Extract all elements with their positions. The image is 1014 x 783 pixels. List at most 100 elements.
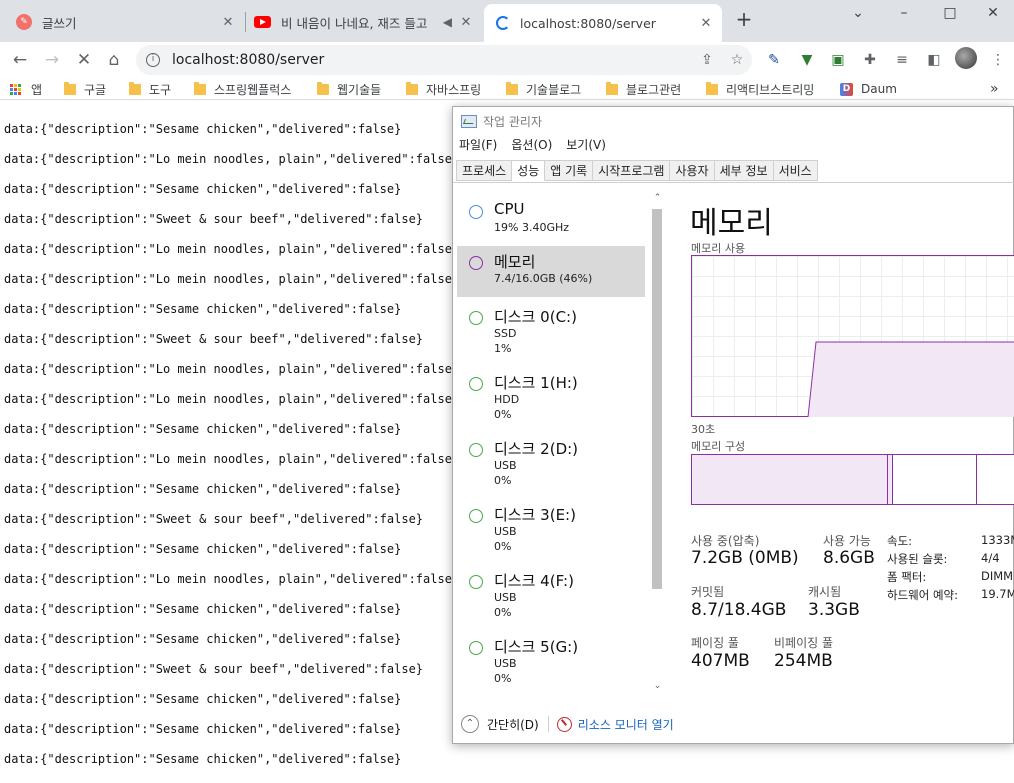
disk-status-icon bbox=[469, 641, 483, 655]
perf-item-usage: 0% bbox=[494, 672, 512, 685]
perf-item-disk5[interactable]: 디스크 5(G:) USB 0% bbox=[457, 631, 645, 695]
profile-avatar[interactable] bbox=[955, 47, 977, 69]
nonpaged-pool-label: 비페이징 풀 bbox=[774, 636, 834, 650]
maximize-button[interactable]: □ bbox=[927, 0, 973, 30]
extensions-puzzle-icon[interactable]: ✚ bbox=[860, 50, 880, 70]
bookmark-folder[interactable]: 구글 bbox=[64, 78, 106, 100]
fewer-details-button[interactable]: 간단히(D) bbox=[487, 716, 539, 733]
sidebar-scrollbar[interactable]: ⌃ ⌄ bbox=[650, 193, 664, 693]
bookmark-folder[interactable]: 자바스프링 bbox=[406, 78, 481, 100]
sse-data-line: data:{"description":"Sesame chicken","de… bbox=[4, 182, 402, 196]
tab-youtube[interactable]: 비 내음이 나네요, 재즈 들고 ◀︎ ✕ bbox=[246, 6, 482, 38]
tab-users[interactable]: 사용자 bbox=[670, 160, 715, 181]
share-icon[interactable]: ⇪ bbox=[692, 52, 722, 68]
slots-value: 4/4 bbox=[981, 551, 1000, 565]
available-value: 8.6GB bbox=[823, 548, 875, 568]
bookmark-star-icon[interactable]: ☆ bbox=[722, 52, 752, 68]
loading-spinner-icon bbox=[496, 16, 510, 30]
bookmark-folder[interactable]: 기술블로그 bbox=[506, 78, 581, 100]
menu-options[interactable]: 옵션(O) bbox=[511, 136, 552, 156]
perf-item-disk4[interactable]: 디스크 4(F:) USB 0% bbox=[457, 565, 645, 629]
open-resource-monitor-link[interactable]: 리소스 모니터 열기 bbox=[578, 716, 674, 733]
minimize-button[interactable]: – bbox=[881, 0, 927, 30]
scroll-down-icon[interactable]: ⌄ bbox=[653, 681, 662, 693]
new-tab-button[interactable]: + bbox=[734, 9, 754, 29]
home-icon[interactable]: ⌂ bbox=[100, 46, 128, 74]
collapse-chevron-icon[interactable]: ⌃ bbox=[461, 715, 479, 733]
scrollbar-thumb[interactable] bbox=[652, 209, 662, 589]
bookmark-folder[interactable]: 도구 bbox=[129, 78, 171, 100]
committed-label: 커밋됨 bbox=[691, 585, 725, 599]
cached-label: 캐시됨 bbox=[808, 585, 842, 599]
close-tab-icon[interactable]: ✕ bbox=[458, 15, 474, 30]
close-tab-icon[interactable]: ✕ bbox=[220, 15, 236, 30]
folder-icon bbox=[129, 81, 141, 95]
close-tab-icon[interactable]: ✕ bbox=[698, 16, 714, 31]
bookmark-label: 블로그관련 bbox=[626, 82, 682, 97]
sse-data-line: data:{"description":"Lo mein noodles, pl… bbox=[4, 242, 460, 256]
tab-title: 비 내음이 나네요, 재즈 들고 bbox=[281, 15, 428, 31]
graph-time-label: 30초 bbox=[691, 423, 716, 436]
tab-app-history[interactable]: 앱 기록 bbox=[545, 160, 594, 181]
sse-data-line: data:{"description":"Sesame chicken","de… bbox=[4, 422, 402, 436]
bookmark-daum[interactable]: D Daum bbox=[840, 78, 897, 100]
sse-data-line: data:{"description":"Lo mein noodles, pl… bbox=[4, 392, 460, 406]
perf-item-cpu[interactable]: CPU 19% 3.40GHz bbox=[457, 195, 645, 247]
tab-blog[interactable]: ✎ 글쓰기 ✕ bbox=[8, 6, 244, 38]
slots-label: 사용된 슬롯: bbox=[887, 552, 948, 566]
task-manager-titlebar[interactable]: 작업 관리자 bbox=[453, 107, 1014, 135]
tab-processes[interactable]: 프로세스 bbox=[456, 160, 513, 181]
back-arrow-icon[interactable]: ← bbox=[6, 46, 34, 74]
perf-item-usage: 0% bbox=[494, 474, 512, 487]
perf-item-name: 메모리 bbox=[494, 253, 536, 271]
tab-search-icon[interactable]: ⌄ bbox=[835, 0, 881, 30]
bookmark-folder[interactable]: 웹기술들 bbox=[317, 78, 381, 100]
extension-vue-icon[interactable]: ▼ bbox=[797, 50, 817, 70]
site-info-icon[interactable]: i bbox=[146, 53, 160, 67]
composition-modified bbox=[888, 455, 893, 504]
perf-item-detail: HDD bbox=[494, 393, 520, 406]
composition-standby-divider bbox=[976, 455, 977, 504]
more-menu-icon[interactable]: ⋮ bbox=[988, 50, 1008, 70]
close-window-button[interactable]: ✕ bbox=[972, 0, 1014, 30]
sse-data-line: data:{"description":"Sesame chicken","de… bbox=[4, 602, 402, 616]
memory-composition-bar bbox=[691, 454, 1014, 505]
perf-item-disk3[interactable]: 디스크 3(E:) USB 0% bbox=[457, 499, 645, 563]
cpu-status-icon bbox=[469, 205, 483, 219]
perf-item-memory[interactable]: 메모리 7.4/16.0GB (46%) bbox=[457, 246, 645, 297]
hardware-reserved-label: 하드웨어 예약: bbox=[887, 588, 959, 602]
bookmark-label: 스프링웹플럭스 bbox=[214, 82, 292, 97]
menu-view[interactable]: 보기(V) bbox=[566, 136, 606, 156]
tab-services[interactable]: 서비스 bbox=[773, 160, 818, 181]
tab-localhost[interactable]: localhost:8080/server ✕ bbox=[484, 4, 722, 42]
bookmark-apps[interactable]: 앱 bbox=[10, 78, 42, 100]
perf-item-disk2[interactable]: 디스크 2(D:) USB 0% bbox=[457, 433, 645, 497]
task-manager-footer: ⌃ 간단히(D) 리소스 모니터 열기 bbox=[453, 704, 1014, 744]
extension-tv-icon[interactable]: ▣ bbox=[828, 50, 848, 70]
extension-pen-icon[interactable]: ✎ bbox=[764, 50, 784, 70]
perf-item-usage: 0% bbox=[494, 408, 512, 421]
perf-item-detail: USB bbox=[494, 591, 517, 604]
tab-startup[interactable]: 시작프로그램 bbox=[593, 160, 671, 181]
tab-details[interactable]: 세부 정보 bbox=[714, 160, 774, 181]
menu-file[interactable]: 파일(F) bbox=[459, 136, 497, 156]
speed-value: 1333M bbox=[981, 533, 1014, 547]
perf-item-disk0[interactable]: 디스크 0(C:) SSD 1% bbox=[457, 301, 645, 365]
url-text[interactable]: localhost:8080/server bbox=[172, 52, 692, 68]
scroll-up-icon[interactable]: ⌃ bbox=[653, 193, 662, 205]
media-queue-icon[interactable]: ≡ bbox=[892, 50, 912, 70]
forward-arrow-icon[interactable]: → bbox=[38, 46, 66, 74]
address-bar[interactable]: i localhost:8080/server ⇪ ☆ bbox=[136, 45, 752, 75]
speaker-icon[interactable]: ◀︎ bbox=[443, 15, 452, 29]
bookmark-folder[interactable]: 스프링웹플럭스 bbox=[194, 78, 291, 100]
bookmarks-overflow-icon[interactable]: » bbox=[990, 78, 999, 100]
tab-performance[interactable]: 성능 bbox=[512, 160, 546, 181]
perf-item-disk1[interactable]: 디스크 1(H:) HDD 0% bbox=[457, 367, 645, 431]
side-panel-icon[interactable]: ◧ bbox=[924, 50, 944, 70]
bookmark-folder[interactable]: 리액티브스트리밍 bbox=[706, 78, 814, 100]
sse-data-line: data:{"description":"Sweet & sour beef",… bbox=[4, 332, 424, 346]
hardware-reserved-value: 19.7M bbox=[981, 587, 1014, 601]
bookmark-folder[interactable]: 블로그관련 bbox=[606, 78, 681, 100]
nonpaged-pool-value: 254MB bbox=[774, 651, 833, 671]
stop-loading-icon[interactable]: ✕ bbox=[70, 46, 98, 74]
